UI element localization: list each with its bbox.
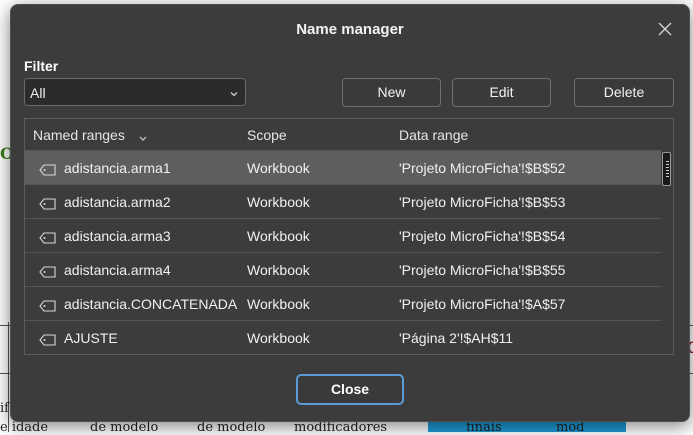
table-row[interactable]: adistancia.CONCATENADA Workbook 'Projeto… <box>25 286 661 320</box>
sheet-cell: de modelo <box>90 420 159 435</box>
named-range-scope: Workbook <box>247 194 310 210</box>
named-range-name: AJUSTE <box>64 330 118 346</box>
named-range-name: adistancia.arma2 <box>64 194 171 210</box>
named-range-name: adistancia.arma3 <box>64 228 171 244</box>
sheet-cell: e idade <box>0 420 49 435</box>
delete-button[interactable]: Delete <box>574 78 674 107</box>
edit-button[interactable]: Edit <box>452 78 551 107</box>
chevron-down-icon <box>228 87 240 99</box>
named-range-name: adistancia.arma4 <box>64 262 171 278</box>
filter-dropdown[interactable]: All <box>24 78 246 106</box>
dialog-title: Name manager <box>296 21 404 38</box>
sheet-cell: de modelo <box>197 420 266 435</box>
close-icon[interactable] <box>654 18 676 40</box>
sheet-cell: modificadores <box>294 420 388 435</box>
named-range-name: adistancia.CONCATENADA <box>64 296 238 312</box>
name-manager-dialog: Name manager Filter All New Edit Delete … <box>10 4 690 422</box>
new-button[interactable]: New <box>342 78 441 107</box>
table-row[interactable]: adistancia.arma3 Workbook 'Projeto Micro… <box>25 218 661 252</box>
tag-icon <box>39 265 57 278</box>
filter-selected-value: All <box>30 85 46 101</box>
table-header: Named ranges Scope Data range <box>25 119 673 150</box>
scrollbar-grip <box>666 161 669 162</box>
tag-icon <box>39 231 57 244</box>
table-row[interactable]: adistancia.arma2 Workbook 'Projeto Micro… <box>25 184 661 218</box>
named-range-name: adistancia.arma1 <box>64 160 171 176</box>
sort-down-icon[interactable] <box>138 130 148 141</box>
vertical-scrollbar[interactable] <box>661 150 673 354</box>
column-header-named-ranges[interactable]: Named ranges <box>33 127 125 143</box>
column-header-scope[interactable]: Scope <box>247 127 287 143</box>
table-row[interactable]: adistancia.arma4 Workbook 'Projeto Micro… <box>25 252 661 286</box>
named-range-data-range: 'Página 2'!$AH$11 <box>399 330 514 346</box>
scrollbar-grip <box>666 164 669 165</box>
sheet-cell: mod <box>556 420 585 435</box>
named-range-data-range: 'Projeto MicroFicha'!$B$55 <box>399 262 566 278</box>
named-ranges-table: Named ranges Scope Data range adistancia… <box>24 118 674 355</box>
sheet-cell: if <box>0 401 9 416</box>
close-button[interactable]: Close <box>296 374 404 405</box>
scrollbar-grip <box>666 176 669 177</box>
named-range-scope: Workbook <box>247 160 310 176</box>
tag-icon <box>39 333 57 346</box>
table-row[interactable]: adistancia.arma1 Workbook 'Projeto Micro… <box>25 150 661 184</box>
scrollbar-grip <box>666 167 669 168</box>
named-range-scope: Workbook <box>247 262 310 278</box>
named-range-data-range: 'Projeto MicroFicha'!$B$54 <box>399 228 566 244</box>
column-header-data-range[interactable]: Data range <box>399 127 468 143</box>
scrollbar-grip <box>666 173 669 174</box>
named-range-scope: Workbook <box>247 228 310 244</box>
scrollbar-grip <box>666 170 669 171</box>
scrollbar-thumb[interactable] <box>662 152 671 186</box>
filter-label: Filter <box>24 58 59 74</box>
tag-icon <box>39 163 57 176</box>
named-range-data-range: 'Projeto MicroFicha'!$B$53 <box>399 194 566 210</box>
named-range-scope: Workbook <box>247 296 310 312</box>
sheet-cell: finais <box>466 420 502 435</box>
named-range-data-range: 'Projeto MicroFicha'!$A$57 <box>399 296 566 312</box>
tag-icon <box>39 299 57 312</box>
table-row[interactable]: AJUSTE Workbook 'Página 2'!$AH$11 <box>25 320 661 354</box>
tag-icon <box>39 197 57 210</box>
named-range-data-range: 'Projeto MicroFicha'!$B$52 <box>399 160 566 176</box>
named-range-scope: Workbook <box>247 330 310 346</box>
